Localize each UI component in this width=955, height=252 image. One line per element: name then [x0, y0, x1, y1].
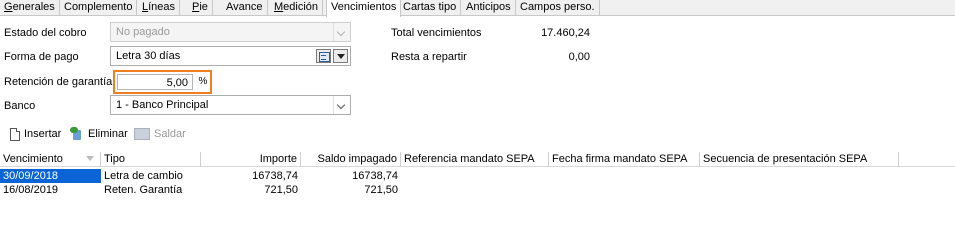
tab-strip: Generales Complemento Líneas Pie Avance … [0, 0, 955, 17]
new-document-icon [10, 127, 20, 141]
tab-anticipos[interactable]: Anticipos [462, 0, 516, 16]
banco-label: Banco [4, 100, 36, 112]
column-referencia-sepa[interactable]: Referencia mandato SEPA [401, 152, 549, 167]
cell-tipo[interactable]: Reten. Garantía [101, 183, 201, 197]
delete-icon [70, 127, 84, 141]
cell-vencimiento[interactable]: 16/08/2019 [0, 183, 101, 197]
tab-pie[interactable]: Pie [188, 0, 213, 16]
cell-saldo[interactable]: 16738,74 [301, 169, 401, 183]
estado-cobro-select: No pagado [110, 22, 351, 42]
cell-saldo[interactable]: 721,50 [301, 183, 401, 197]
forma-pago-field[interactable]: Letra 30 días [110, 46, 351, 66]
cell-tipo[interactable]: Letra de cambio [101, 169, 201, 183]
column-secuencia-sepa[interactable]: Secuencia de presentación SEPA [700, 152, 899, 167]
tab-generales[interactable]: Generales [0, 0, 60, 16]
retencion-garantia-label: Retención de garantía [4, 76, 113, 88]
column-saldo-impagado[interactable]: Saldo impagado [301, 152, 401, 167]
tab-avance[interactable]: Avance [222, 0, 268, 16]
grid-header: Vencimiento Tipo Importe Saldo impagado … [0, 152, 955, 167]
cell-importe[interactable]: 16738,74 [201, 169, 301, 183]
total-vencimientos-label: Total vencimientos [391, 27, 482, 39]
column-vencimiento[interactable]: Vencimiento [0, 152, 101, 167]
sort-arrow-icon [86, 156, 94, 161]
tab-cartas-tipo[interactable]: Cartas tipo [399, 0, 462, 16]
settle-button: Saldar [134, 126, 186, 142]
total-vencimientos-value: 17.460,24 [541, 27, 590, 39]
table-row[interactable]: 16/08/2019 Reten. Garantía 721,50 721,50 [0, 183, 955, 197]
column-importe[interactable]: Importe [201, 152, 301, 167]
settle-icon [134, 128, 150, 141]
resta-repartir-value: 0,00 [568, 51, 590, 63]
cell-importe[interactable]: 721,50 [201, 183, 301, 197]
chevron-down-icon [333, 23, 350, 41]
percent-unit: % [198, 76, 208, 87]
delete-button[interactable]: Eliminar [70, 126, 128, 142]
estado-cobro-label: Estado del cobro [4, 27, 87, 39]
retencion-garantia-input[interactable]: 5,00 % [113, 70, 212, 94]
banco-select[interactable]: 1 - Banco Principal [110, 95, 351, 115]
column-fecha-firma-sepa[interactable]: Fecha firma mandato SEPA [549, 152, 700, 167]
tab-lineas[interactable]: Líneas [138, 0, 181, 16]
dropdown-arrow-icon[interactable] [333, 49, 348, 63]
tab-vencimientos[interactable]: Vencimientos [326, 0, 402, 17]
list-lookup-icon[interactable] [316, 49, 331, 63]
tab-complemento[interactable]: Complemento [60, 0, 138, 16]
table-row[interactable]: 30/09/2018 Letra de cambio 16738,74 1673… [0, 169, 955, 183]
chevron-down-icon[interactable] [333, 96, 350, 114]
tab-medicion[interactable]: Medición [270, 0, 324, 16]
cell-vencimiento[interactable]: 30/09/2018 [0, 169, 101, 183]
grid-toolbar: Insertar Eliminar Saldar [0, 122, 955, 146]
column-tipo[interactable]: Tipo [101, 152, 201, 167]
vencimientos-grid[interactable]: Vencimiento Tipo Importe Saldo impagado … [0, 152, 955, 252]
tab-campos-perso[interactable]: Campos perso. [516, 0, 600, 16]
resta-repartir-label: Resta a repartir [391, 51, 467, 63]
forma-pago-label: Forma de pago [4, 51, 79, 63]
insert-button[interactable]: Insertar [10, 126, 61, 142]
